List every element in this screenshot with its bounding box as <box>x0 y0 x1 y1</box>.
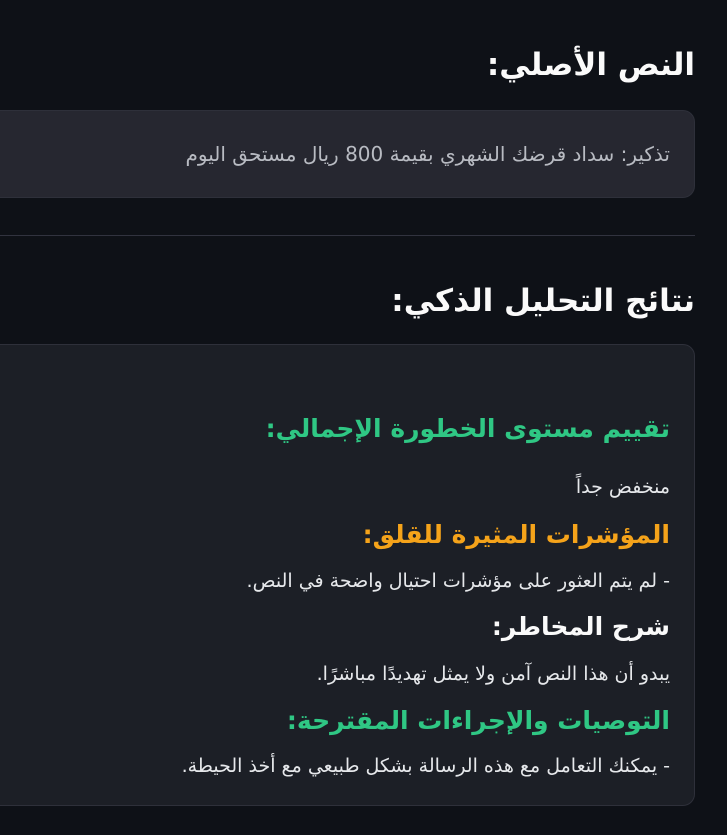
analysis-results-box: تقييم مستوى الخطورة الإجمالي: منخفض جداً… <box>0 344 695 806</box>
concerning-indicators-text: - لم يتم العثور على مؤشرات احتيال واضحة … <box>246 570 670 592</box>
original-text-heading: النص الأصلي: <box>486 47 695 83</box>
risk-level-heading: تقييم مستوى الخطورة الإجمالي: <box>265 414 670 443</box>
recommendations-text: - يمكنك التعامل مع هذه الرسالة بشكل طبيع… <box>181 755 670 777</box>
recommendations-heading: التوصيات والإجراءات المقترحة: <box>286 706 670 735</box>
app-root: النص الأصلي: تذكير: سداد قرضك الشهري بقي… <box>0 0 727 835</box>
original-text-box: تذكير: سداد قرضك الشهري بقيمة 800 ريال م… <box>0 110 695 198</box>
risk-explanation-heading: شرح المخاطر: <box>491 612 670 641</box>
concerning-indicators-heading: المؤشرات المثيرة للقلق: <box>362 520 670 549</box>
risk-explanation-text: يبدو أن هذا النص آمن ولا يمثل تهديدًا مب… <box>316 663 670 685</box>
original-text-content: تذكير: سداد قرضك الشهري بقيمة 800 ريال م… <box>185 142 670 166</box>
analysis-results-heading: نتائج التحليل الذكي: <box>391 283 695 319</box>
section-divider <box>0 235 695 236</box>
risk-level-value: منخفض جداً <box>575 476 670 498</box>
